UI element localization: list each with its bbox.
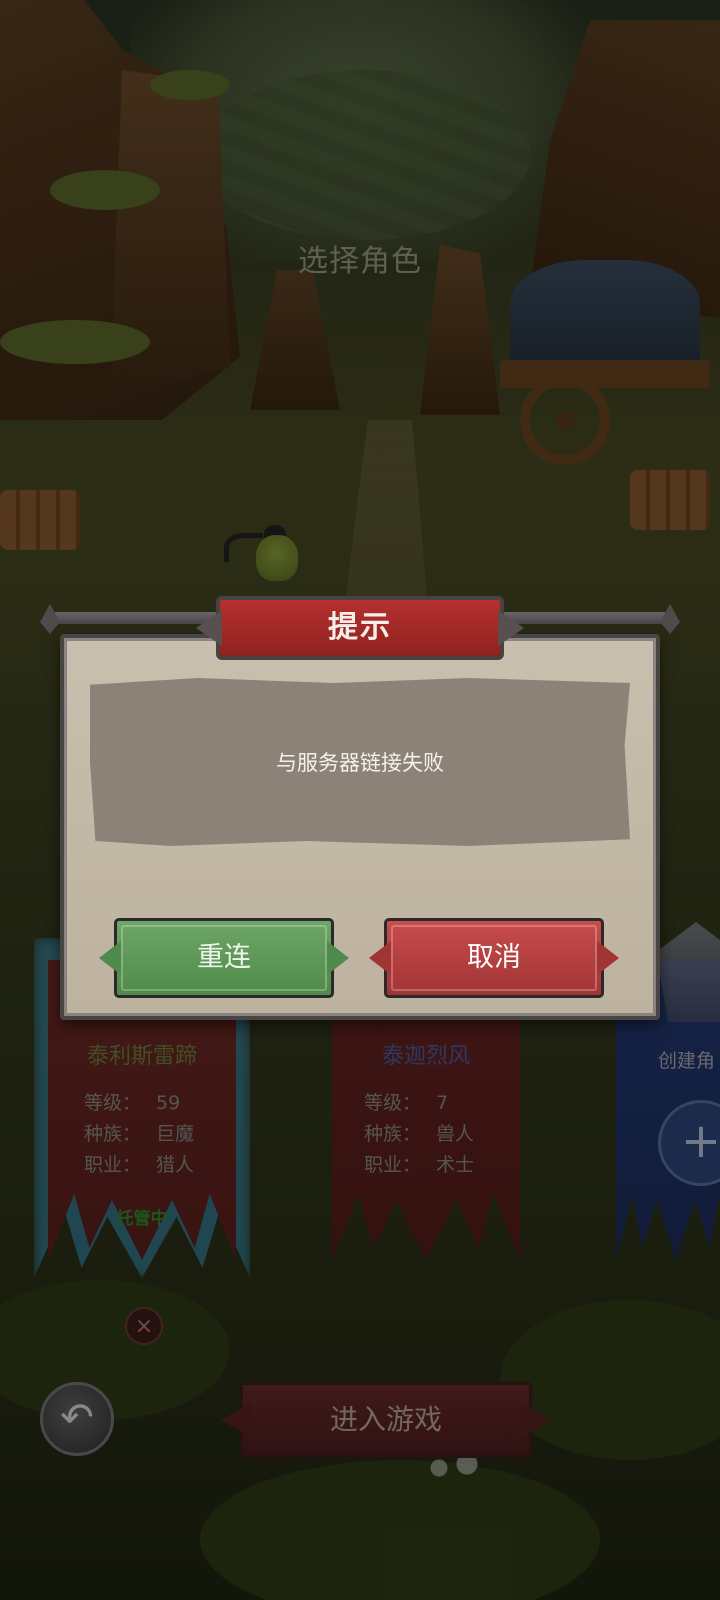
reconnect-label: 重连 xyxy=(197,942,251,973)
reconnect-button[interactable]: 重连 xyxy=(114,918,334,998)
dialog-title: 提示 xyxy=(216,596,504,660)
cancel-label: 取消 xyxy=(467,942,521,973)
cancel-button[interactable]: 取消 xyxy=(384,918,604,998)
dialog-message: 与服务器链接失败 xyxy=(276,751,444,775)
